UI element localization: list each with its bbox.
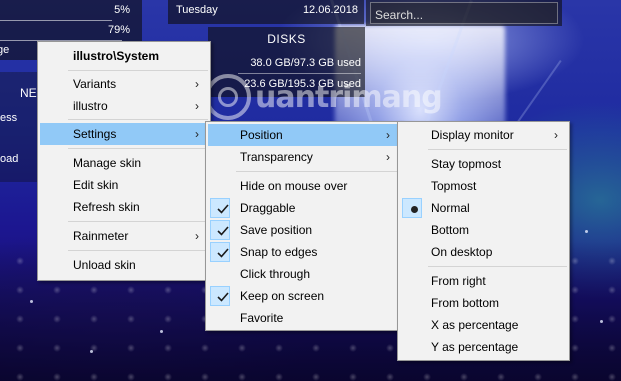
skin-context-menu: illustro\System Variants › illustro › Se… — [37, 41, 211, 281]
menu-title-skin-name: illustro\System — [73, 49, 160, 63]
search-input[interactable]: Search... — [370, 2, 558, 24]
menu-item-refresh-skin[interactable]: Refresh skin — [40, 196, 208, 218]
menu-item-stay-topmost[interactable]: Stay topmost — [400, 153, 567, 175]
watermark-logo: uantrimang — [205, 72, 465, 128]
disks-skin-title: DISKS — [267, 32, 306, 46]
ram-usage-value: 79% — [107, 24, 130, 36]
chevron-right-icon: › — [195, 77, 199, 91]
check-icon — [210, 242, 230, 262]
menu-separator — [428, 149, 567, 150]
check-icon — [210, 286, 230, 306]
menu-item-variants[interactable]: Variants › — [40, 73, 208, 95]
disk-usage-line: 38.0 GB/97.3 GB used — [250, 57, 361, 69]
check-icon — [210, 220, 230, 240]
position-submenu: Display monitor › Stay topmost Topmost N… — [397, 121, 570, 361]
menu-separator — [68, 221, 208, 222]
menu-item-on-desktop[interactable]: On desktop — [400, 241, 567, 263]
radio-bullet-icon — [402, 198, 422, 218]
menu-item-unload-skin[interactable]: Unload skin — [40, 254, 208, 276]
menu-item-position[interactable]: Position › — [208, 124, 399, 146]
menu-item-bottom[interactable]: Bottom — [400, 219, 567, 241]
wallpaper-light-dot — [585, 230, 588, 233]
wallpaper-light-dot — [160, 330, 163, 333]
menu-item-keep-on-screen[interactable]: Keep on screen — [208, 285, 399, 307]
menu-separator — [236, 171, 399, 172]
menu-item-snap-to-edges[interactable]: Snap to edges — [208, 241, 399, 263]
date-skin-date: 12.06.2018 — [302, 4, 358, 16]
system-skin-bar — [0, 20, 112, 21]
watermark-text: uantrimang — [255, 80, 443, 115]
search-placeholder: Search... — [375, 8, 424, 22]
network-skin-label: ess — [0, 112, 18, 124]
menu-item-transparency[interactable]: Transparency › — [208, 146, 399, 168]
menu-item-y-as-percentage[interactable]: Y as percentage — [400, 336, 567, 358]
menu-item-favorite[interactable]: Favorite — [208, 307, 399, 329]
wallpaper-light-dot — [30, 300, 33, 303]
chevron-right-icon: › — [195, 99, 199, 113]
check-icon — [210, 198, 230, 218]
menu-item-x-as-percentage[interactable]: X as percentage — [400, 314, 567, 336]
menu-item-save-position[interactable]: Save position — [208, 219, 399, 241]
wallpaper-light-dot — [90, 350, 93, 353]
menu-item-manage-skin[interactable]: Manage skin — [40, 152, 208, 174]
cpu-usage-value: 5% — [114, 4, 130, 16]
menu-separator — [68, 119, 208, 120]
menu-item-normal[interactable]: Normal — [400, 197, 567, 219]
menu-separator — [428, 266, 567, 267]
date-skin-day: Tuesday — [176, 4, 218, 16]
date-skin[interactable]: Tuesday 12.06.2018 — [168, 0, 364, 24]
chevron-right-icon: › — [195, 127, 199, 141]
system-skin-row: 5% — [0, 4, 140, 18]
menu-separator — [68, 250, 208, 251]
system-skin-row-label: ge — [0, 44, 10, 56]
chevron-right-icon: › — [386, 128, 390, 142]
menu-item-click-through[interactable]: Click through — [208, 263, 399, 285]
menu-item-edit-skin[interactable]: Edit skin — [40, 174, 208, 196]
menu-item-settings[interactable]: Settings › — [40, 123, 208, 145]
menu-separator — [68, 148, 208, 149]
wallpaper-light-dot — [600, 320, 603, 323]
menu-item-rainmeter[interactable]: Rainmeter › — [40, 225, 208, 247]
menu-item-illustro[interactable]: illustro › — [40, 95, 208, 117]
settings-submenu: Position › Transparency › Hide on mouse … — [205, 121, 402, 331]
network-skin-label: oad — [0, 153, 19, 165]
chevron-right-icon: › — [554, 128, 558, 142]
chevron-right-icon: › — [195, 229, 199, 243]
menu-item-topmost[interactable]: Topmost — [400, 175, 567, 197]
network-skin[interactable]: NE ess oad — [0, 72, 40, 182]
menu-item-from-right[interactable]: From right — [400, 270, 567, 292]
watermark-icon — [205, 74, 251, 120]
menu-item-draggable[interactable]: Draggable — [208, 197, 399, 219]
system-skin-row: 79% — [0, 24, 140, 38]
menu-item-from-bottom[interactable]: From bottom — [400, 292, 567, 314]
menu-item-hide-on-mouse-over[interactable]: Hide on mouse over — [208, 175, 399, 197]
search-skin[interactable]: Search... — [366, 0, 562, 26]
menu-separator — [68, 70, 208, 71]
menu-item-display-monitor[interactable]: Display monitor › — [400, 124, 567, 146]
network-skin-title: NE — [20, 86, 37, 100]
chevron-right-icon: › — [386, 150, 390, 164]
